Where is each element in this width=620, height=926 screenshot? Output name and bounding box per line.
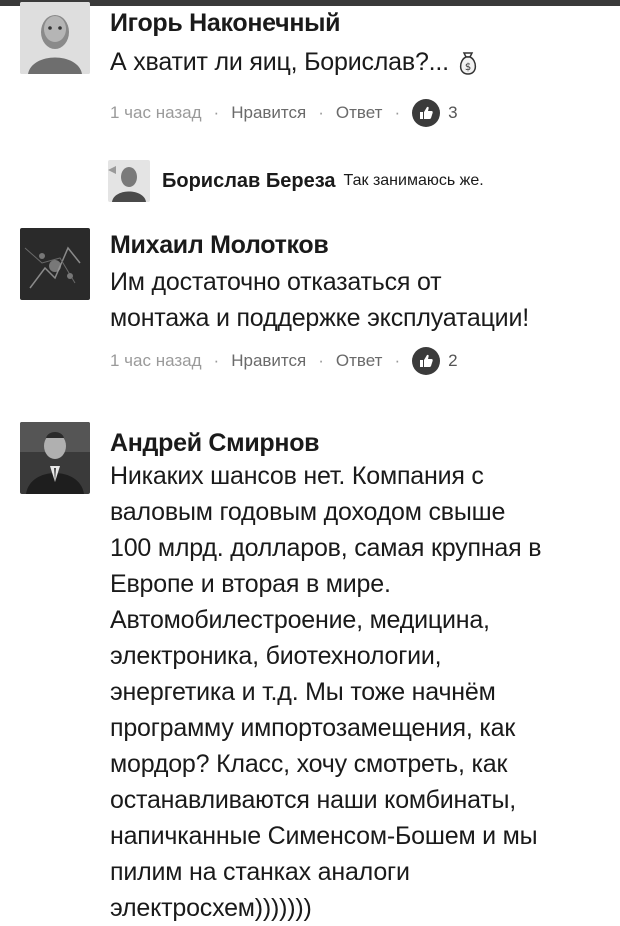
separator: · [213,351,220,370]
svg-text:$: $ [465,62,471,73]
money-bag-icon: $ [457,50,479,86]
top-bar [0,0,620,6]
comment-text-line: электросхем))))))) [110,894,312,922]
like-link[interactable]: Нравится [231,103,306,123]
comment-text-line: останавливаются наши комбинаты, [110,786,517,814]
avatar[interactable] [20,228,90,300]
comment-meta: 1 час назад · Нравится · Ответ · 2 [110,346,610,376]
avatar-photo-icon [20,2,90,74]
separator: · [394,351,401,370]
comment-text-line: пилим на станках аналоги [110,858,410,886]
comment-text-content: А хватит ли яиц, Борислав?... [110,48,449,76]
comment-text-line: программу импортозамещения, как [110,714,516,742]
reply-link[interactable]: Ответ [336,103,383,123]
avatar-photo-icon [108,160,150,202]
reply-author[interactable]: Борислав Береза [162,170,336,193]
like-badge[interactable]: 3 [412,99,458,127]
comment-time[interactable]: 1 час назад [110,103,202,123]
comment-text-line: 100 млрд. долларов, самая крупная в [110,534,542,562]
reply-text: Так занимаюсь же. [343,172,484,189]
comment-text-line: мордор? Класс, хочу смотреть, как [110,750,508,778]
comment-text-line: Европе и вторая в мире. [110,570,391,598]
comment-text-line: валовым годовым доходом свыше [110,498,506,526]
comment-meta: 1 час назад · Нравится · Ответ · 3 [110,98,610,128]
separator: · [394,103,401,122]
comment-text: Им достаточно отказаться от монтажа и по… [110,264,610,336]
comment-time[interactable]: 1 час назад [110,351,202,371]
thumbs-up-icon [412,99,441,127]
like-badge[interactable]: 2 [412,347,458,375]
comment-text-line: электроника, биотехнологии, [110,642,442,670]
comment-author[interactable]: Игорь Наконечный [110,8,610,38]
comment-text-line: Автомобилестроение, медицина, [110,606,490,634]
comment-author[interactable]: Андрей Смирнов [110,428,610,458]
thumbs-up-icon [412,347,441,375]
comment-text: Никаких шансов нет. Компания с валовым г… [110,458,610,926]
avatar[interactable] [20,2,90,74]
separator: · [213,103,220,122]
comment-text-line: энергетика и т.д. Мы тоже начнём [110,678,496,706]
comment-text-line: Им достаточно отказаться от [110,268,442,296]
separator: · [318,351,324,370]
like-count: 2 [448,351,458,370]
comment-text-line: напичканные Сименсом-Бошем и мы [110,822,538,850]
avatar-photo-icon [20,422,90,494]
like-link[interactable]: Нравится [231,351,306,371]
comment-author[interactable]: Михаил Молотков [110,230,610,260]
avatar-photo-icon [20,228,90,300]
reply-link[interactable]: Ответ [336,351,383,371]
reply-avatar[interactable] [108,160,150,202]
separator: · [318,103,324,122]
reply-boryslav: Борислав Береза Так занимаюсь же. [108,157,484,205]
comment-text-line: монтажа и поддержке эксплуатации! [110,304,529,332]
like-count: 3 [448,103,458,122]
comment-text-line: Никаких шансов нет. Компания с [110,462,484,490]
avatar[interactable] [20,422,90,494]
comment-text: А хватит ли яиц, Борислав?... $ [110,44,610,86]
